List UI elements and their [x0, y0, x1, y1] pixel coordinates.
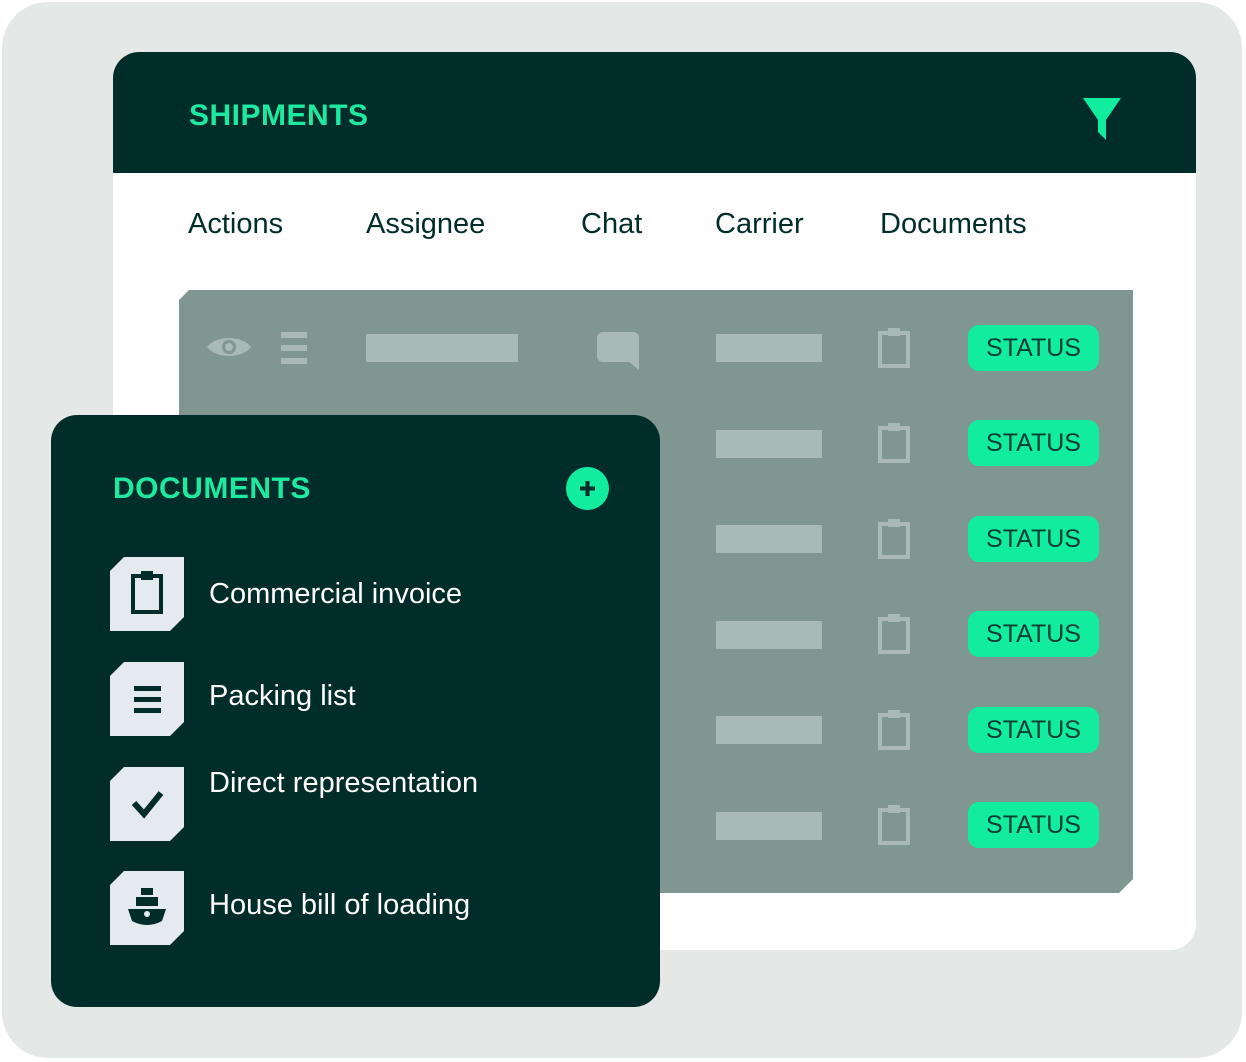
- document-label: House bill of loading: [209, 889, 471, 921]
- status-badge: STATUS: [968, 516, 1099, 562]
- filter-button[interactable]: [1083, 98, 1121, 142]
- column-header-carrier[interactable]: Carrier: [715, 208, 804, 241]
- carrier-placeholder: [716, 812, 822, 840]
- carrier-placeholder: [716, 716, 822, 744]
- status-badge: STATUS: [968, 802, 1099, 848]
- eye-icon[interactable]: [206, 334, 252, 360]
- checkmark-icon: [110, 767, 184, 841]
- carrier-placeholder: [716, 334, 822, 362]
- carrier-placeholder: [716, 525, 822, 553]
- shipments-header: SHIPMENTS: [113, 52, 1196, 173]
- clipboard-icon[interactable]: [878, 710, 910, 750]
- column-header-documents[interactable]: Documents: [880, 208, 1027, 241]
- document-tile: [110, 557, 184, 631]
- document-item-direct-representation[interactable]: Direct representation: [110, 767, 630, 841]
- document-label: Packing list: [209, 680, 356, 712]
- column-header-chat[interactable]: Chat: [581, 208, 642, 241]
- status-badge: STATUS: [968, 611, 1099, 657]
- carrier-placeholder: [716, 430, 822, 458]
- documents-title: DOCUMENTS: [113, 472, 311, 505]
- column-header-assignee[interactable]: Assignee: [366, 208, 485, 241]
- document-label: Direct representation: [209, 767, 479, 799]
- status-badge: STATUS: [968, 707, 1099, 753]
- clipboard-icon[interactable]: [878, 805, 910, 845]
- status-badge: STATUS: [968, 420, 1099, 466]
- documents-panel: DOCUMENTS Commercial invoice Packing lis…: [51, 415, 660, 1007]
- document-item-commercial-invoice[interactable]: Commercial invoice: [110, 557, 630, 631]
- clipboard-icon[interactable]: [878, 423, 910, 463]
- document-item-packing-list[interactable]: Packing list: [110, 662, 630, 736]
- table-row[interactable]: STATUS: [179, 325, 1133, 385]
- funnel-icon: [1083, 98, 1121, 140]
- shipments-title: SHIPMENTS: [189, 99, 369, 132]
- document-tile: [110, 871, 184, 945]
- document-tile: [110, 767, 184, 841]
- list-icon: [110, 662, 184, 736]
- chat-icon[interactable]: [597, 332, 639, 370]
- document-item-house-bill-of-loading[interactable]: House bill of loading: [110, 871, 630, 945]
- clipboard-icon: [110, 557, 184, 631]
- add-document-button[interactable]: [566, 467, 609, 510]
- clipboard-icon[interactable]: [878, 614, 910, 654]
- status-badge: STATUS: [968, 325, 1099, 371]
- clipboard-icon[interactable]: [878, 519, 910, 559]
- assignee-placeholder: [366, 334, 518, 362]
- carrier-placeholder: [716, 621, 822, 649]
- document-tile: [110, 662, 184, 736]
- plus-icon: [580, 481, 595, 496]
- clipboard-icon[interactable]: [878, 328, 910, 368]
- column-header-actions[interactable]: Actions: [188, 208, 283, 241]
- ship-icon: [110, 871, 184, 945]
- menu-icon[interactable]: [281, 332, 307, 364]
- document-label: Commercial invoice: [209, 578, 463, 610]
